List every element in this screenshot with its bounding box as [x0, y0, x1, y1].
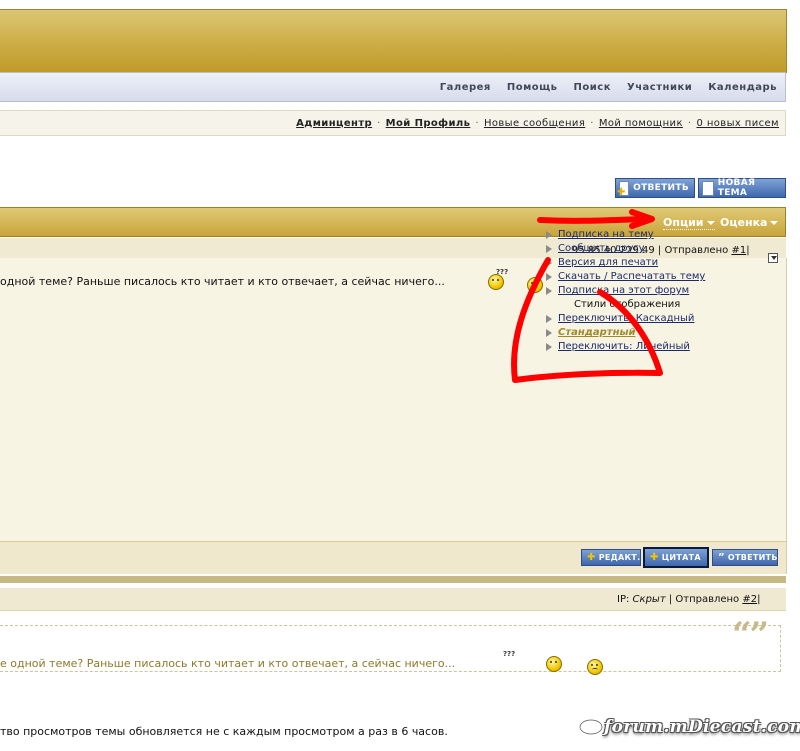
quote-icon: ” [718, 552, 725, 563]
quote-marks-icon: “” [732, 615, 769, 655]
annotation-arrow [537, 216, 648, 224]
diecast-logo-icon [579, 719, 603, 735]
post2-meta: IP: Скрыт | Отправлено #2| [617, 594, 761, 605]
post2-reply-text: тво просмотров темы обновляется не с каж… [0, 725, 448, 738]
plus-icon: ✚ [587, 552, 596, 563]
quoted-text: е одной теме? Раньше писалось кто читает… [0, 657, 456, 670]
edit-button[interactable]: ✚ РЕДАКТ. [581, 549, 641, 566]
smiley-icon [546, 656, 562, 672]
annotation-circle [511, 257, 663, 383]
confused-smiley-icon [586, 659, 603, 675]
watermark: forum.mDiecast.com [578, 716, 800, 738]
quote-button[interactable]: ✚ ЦИТАТА [643, 547, 709, 568]
post-separator [0, 576, 786, 583]
plus-icon: ✚ [650, 552, 659, 563]
reply-small-button[interactable]: ” ОТВЕТИТЬ [712, 549, 778, 566]
post2-permalink[interactable]: #2 [742, 594, 757, 605]
